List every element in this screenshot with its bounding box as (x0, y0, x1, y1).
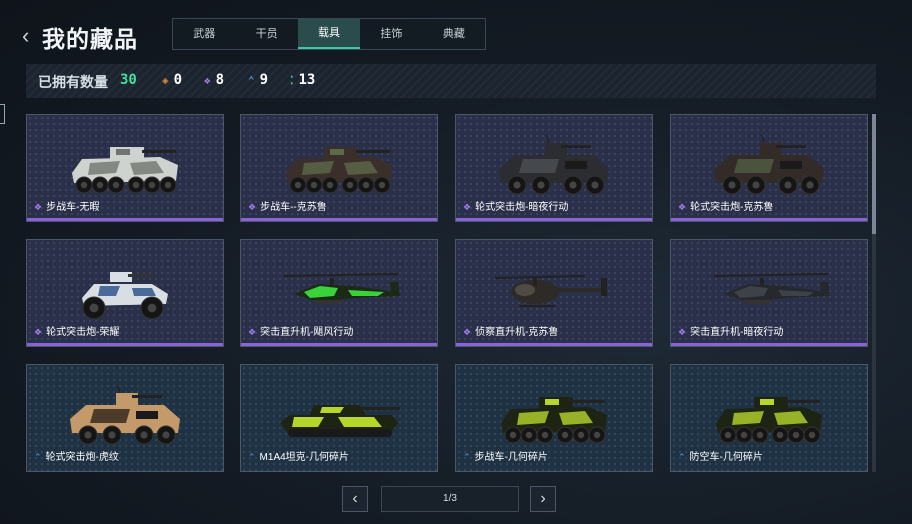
ifv-icon (704, 383, 834, 458)
vehicle-name: 轮式突击炮-克苏鲁 (690, 202, 774, 213)
vehicle-card[interactable]: ⌃ 防空车-几何碎片 (670, 364, 868, 472)
tab-4[interactable]: 典藏 (423, 19, 485, 49)
vehicle-card[interactable]: ⌃ 轮式突击炮-虎纹 (26, 364, 224, 472)
purple-rarity-icon: ❖ (678, 327, 687, 337)
owned-count-value: 30 (120, 72, 137, 88)
vehicle-collection-grid: ❖ 步战车-无暇 ❖ 步战车--克苏鲁 ❖ 轮式突击炮-暗夜行动 ❖ 轮式突击炮-克苏鲁 ❖ 轮式… (26, 114, 872, 472)
scrollbar-thumb[interactable] (872, 114, 876, 234)
rarity-count-value: 0 (173, 72, 183, 88)
vehicle-card-label: ⌃ 步战车-几何碎片 (463, 448, 548, 463)
rarity-count-value: 13 (298, 72, 316, 88)
vehicle-name: 突击直升机-暗夜行动 (690, 327, 784, 338)
vehicle-name: 轮式突击炮-暗夜行动 (475, 202, 569, 213)
vehicle-card-label: ❖ 轮式突击炮-暗夜行动 (463, 198, 568, 213)
buggy-icon (60, 258, 190, 333)
vehicle-card[interactable]: ❖ 步战车--克苏鲁 (240, 114, 438, 222)
vehicle-card-label: ❖ 侦察直升机-克苏鲁 (463, 323, 558, 338)
tab-2[interactable]: 载具 (297, 19, 361, 49)
blue-rarity-icon: ⌃ (678, 452, 686, 462)
attack-helicopter-icon (274, 258, 404, 333)
purple-rarity-icon: ❖ (678, 202, 687, 212)
purple-rarity-icon: ❖ (34, 327, 43, 337)
ownership-stats-bar: 已拥有数量 30 ◈ 0 ❖ 8 ⌃ 9 ⁚ 13 (26, 64, 876, 98)
rarity-count-1: ❖ 8 (204, 72, 224, 88)
owned-count-label: 已拥有数量 (38, 74, 108, 90)
vehicle-card[interactable]: ❖ 轮式突击炮-克苏鲁 (670, 114, 868, 222)
ifv-icon (60, 133, 190, 208)
vehicle-card-label: ❖ 轮式突击炮-荣耀 (34, 323, 119, 338)
side-edge-marker (0, 104, 5, 124)
rarity-count-2: ⌃ 9 (248, 72, 268, 88)
ifv-icon (274, 133, 404, 208)
vehicle-name: 轮式突击炮-虎纹 (45, 452, 119, 463)
tab-3[interactable]: 挂饰 (360, 19, 422, 49)
armored-car-icon (60, 383, 190, 458)
vehicle-card[interactable]: ❖ 突击直升机-飓风行动 (240, 239, 438, 347)
purple-rarity-icon: ❖ (463, 202, 472, 212)
scout-helicopter-icon (489, 258, 619, 333)
next-page-button[interactable]: › (530, 486, 556, 512)
vehicle-name: 轮式突击炮-荣耀 (46, 327, 120, 338)
vehicle-card[interactable]: ⌃ M1A4坦克-几何碎片 (240, 364, 438, 472)
vehicle-card[interactable]: ❖ 步战车-无暇 (26, 114, 224, 222)
attack-helicopter-icon (704, 258, 834, 333)
purple-diamond-icon: ❖ (204, 74, 211, 87)
tank-icon (274, 383, 404, 458)
vehicle-name: 突击直升机-飓风行动 (260, 327, 354, 338)
blue-chevron-icon: ⌃ (248, 74, 255, 87)
vehicle-name: 步战车-几何碎片 (474, 452, 548, 463)
vehicle-card-label: ❖ 步战车--克苏鲁 (248, 198, 327, 213)
vehicle-card[interactable]: ❖ 突击直升机-暗夜行动 (670, 239, 868, 347)
vehicle-name: M1A4坦克-几何碎片 (259, 452, 349, 463)
purple-rarity-icon: ❖ (463, 327, 472, 337)
orange-diamond-icon: ◈ (162, 74, 169, 87)
page-title: 我的藏品 (42, 26, 138, 52)
prev-page-button[interactable]: ‹ (342, 486, 368, 512)
vehicle-card[interactable]: ❖ 轮式突击炮-荣耀 (26, 239, 224, 347)
ifv-icon (489, 383, 619, 458)
rarity-count-value: 9 (259, 72, 269, 88)
green-dots-icon: ⁚ (290, 74, 294, 87)
back-arrow-icon[interactable]: ‹ (22, 24, 40, 48)
purple-rarity-icon: ❖ (248, 202, 257, 212)
armored-car-icon (704, 133, 834, 208)
blue-rarity-icon: ⌃ (463, 452, 471, 462)
vehicle-name: 防空车-几何碎片 (689, 452, 763, 463)
armored-car-icon (489, 133, 619, 208)
vehicle-card-label: ❖ 轮式突击炮-克苏鲁 (678, 198, 773, 213)
vehicle-card-label: ❖ 突击直升机-飓风行动 (248, 323, 353, 338)
vehicle-name: 步战车--克苏鲁 (260, 202, 327, 213)
vehicle-card-label: ❖ 突击直升机-暗夜行动 (678, 323, 783, 338)
vehicle-card[interactable]: ❖ 侦察直升机-克苏鲁 (455, 239, 653, 347)
vehicle-card-label: ❖ 步战车-无暇 (34, 198, 99, 213)
vehicle-name: 侦察直升机-克苏鲁 (475, 327, 559, 338)
rarity-count-0: ◈ 0 (162, 72, 182, 88)
vehicle-card-label: ⌃ M1A4坦克-几何碎片 (248, 448, 349, 463)
grid-scrollbar[interactable] (872, 114, 876, 472)
vehicle-card[interactable]: ❖ 轮式突击炮-暗夜行动 (455, 114, 653, 222)
rarity-count-value: 8 (215, 72, 225, 88)
vehicle-card-label: ⌃ 轮式突击炮-虎纹 (34, 448, 119, 463)
blue-rarity-icon: ⌃ (34, 452, 42, 462)
vehicle-card-label: ⌃ 防空车-几何碎片 (678, 448, 763, 463)
category-tabs: 武器 干员 载具 挂饰 典藏 (172, 18, 486, 50)
tab-0[interactable]: 武器 (173, 19, 235, 49)
purple-rarity-icon: ❖ (34, 202, 43, 212)
tab-1[interactable]: 干员 (235, 19, 297, 49)
page-indicator: 1/3 (381, 486, 519, 512)
vehicle-name: 步战车-无暇 (46, 202, 100, 213)
blue-rarity-icon: ⌃ (248, 452, 256, 462)
purple-rarity-icon: ❖ (248, 327, 257, 337)
vehicle-card[interactable]: ⌃ 步战车-几何碎片 (455, 364, 653, 472)
rarity-count-3: ⁚ 13 (290, 72, 315, 88)
